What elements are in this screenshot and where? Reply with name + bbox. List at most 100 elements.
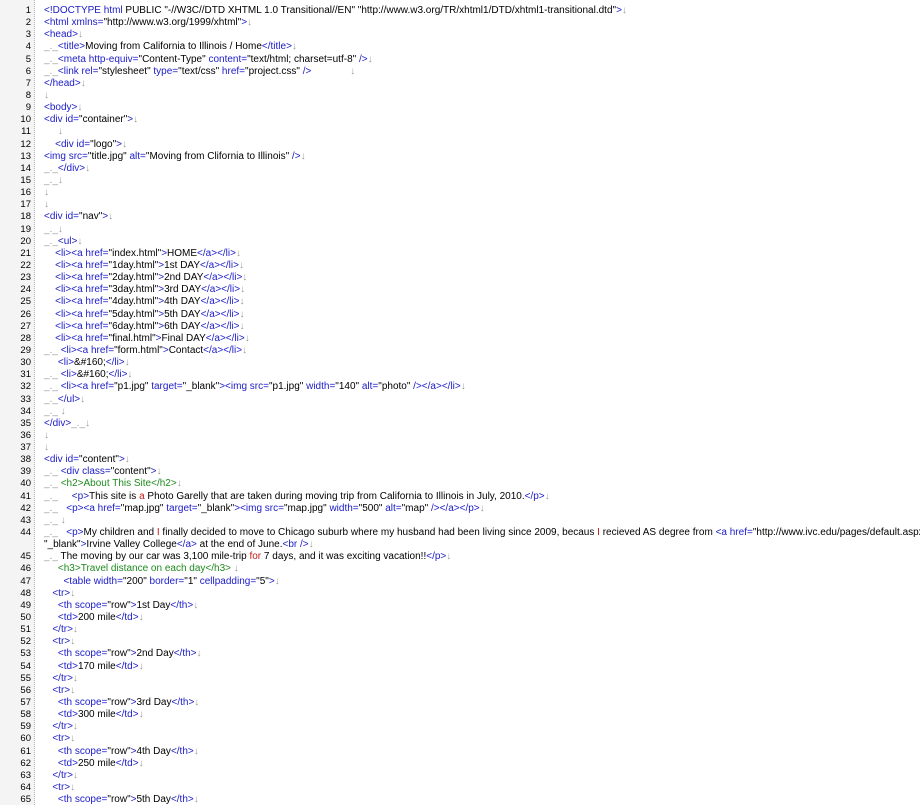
code-text[interactable]: <th scope="row">3rd Day</th>↓ <box>44 697 199 709</box>
code-line[interactable]: 50 <td>200 mile</td>↓ <box>0 612 920 624</box>
code-line[interactable]: 34 _._ ↓ <box>0 406 920 418</box>
code-line[interactable]: 51 </tr>↓ <box>0 624 920 636</box>
code-text[interactable]: <li><a href="4day.html">4th DAY</a></li>… <box>44 296 244 308</box>
code-line[interactable]: 15 _._↓ <box>0 175 920 187</box>
code-text[interactable]: _._↓ <box>44 175 63 187</box>
code-line[interactable]: 60 <tr>↓ <box>0 733 920 745</box>
code-text[interactable]: <tr>↓ <box>44 685 75 697</box>
code-text[interactable]: </tr>↓ <box>44 721 78 733</box>
code-line[interactable]: 43 _._ ↓ <box>0 515 920 527</box>
code-line[interactable]: 20 _._<ul>↓ <box>0 236 920 248</box>
code-text[interactable]: <li><a href="5day.html">5th DAY</a></li>… <box>44 309 244 321</box>
code-text[interactable]: <td>250 mile</td>↓ <box>44 758 144 770</box>
code-text[interactable]: _._ ↓ <box>44 406 66 418</box>
code-text[interactable]: _._ <p><a href="map.jpg" target="_blank"… <box>44 503 485 515</box>
code-text[interactable]: <div id="nav">↓ <box>44 211 113 223</box>
code-line[interactable]: 25 <li><a href="4day.html">4th DAY</a></… <box>0 296 920 308</box>
code-line[interactable]: 13 <img src="title.jpg" alt="Moving from … <box>0 151 920 163</box>
code-text[interactable]: <td>200 mile</td>↓ <box>44 612 144 624</box>
code-line[interactable]: 44 _._ <p>My children and I finally decid… <box>0 527 920 539</box>
code-line[interactable]: 36 ↓ <box>0 430 920 442</box>
code-line[interactable]: 17 ↓ <box>0 199 920 211</box>
code-text[interactable]: <table width="200" border="1" cellpaddin… <box>44 576 279 588</box>
code-line[interactable]: 18 <div id="nav">↓ <box>0 211 920 223</box>
code-text[interactable]: </div>_._↓ <box>44 418 90 430</box>
code-line[interactable]: 41 _._ <p>This site is a Photo Garelly th… <box>0 491 920 503</box>
code-line[interactable]: 16 ↓ <box>0 187 920 199</box>
code-text[interactable]: _._</div>↓ <box>44 163 90 175</box>
code-line[interactable]: 57 <th scope="row">3rd Day</th>↓ <box>0 697 920 709</box>
code-text[interactable]: _._<link rel="stylesheet" type="text/css… <box>44 66 355 78</box>
code-text[interactable]: <h3>Travel distance on each day</h3> ↓ <box>44 563 239 575</box>
code-line[interactable]: 23 <li><a href="2day.html">2nd DAY</a></… <box>0 272 920 284</box>
code-line[interactable]: 48 <tr>↓ <box>0 588 920 600</box>
code-text[interactable]: _._<title>Moving from California to Illi… <box>44 41 297 53</box>
code-text[interactable]: _._ <li><a href="p1.jpg" target="_blank"… <box>44 381 466 393</box>
code-text[interactable]: <li><a href="index.html">HOME</a></li>↓ <box>44 248 241 260</box>
code-text[interactable]: _._<meta http-equiv="Content-Type" conte… <box>44 54 373 66</box>
code-text[interactable]: _._<ul>↓ <box>44 236 82 248</box>
code-line[interactable]: 53 <th scope="row">2nd Day</th>↓ <box>0 648 920 660</box>
code-line[interactable]: 63 </tr>↓ <box>0 770 920 782</box>
code-line[interactable]: 10 <div id="container">↓ <box>0 114 920 126</box>
code-line[interactable]: 42 _._ <p><a href="map.jpg" target="_blan… <box>0 503 920 515</box>
code-line[interactable]: 30 <li>&#160;</li>↓ <box>0 357 920 369</box>
code-line[interactable]: 64 <tr>↓ <box>0 782 920 794</box>
code-text[interactable]: _._ <h2>About This Site</h2>↓ <box>44 478 182 490</box>
code-text[interactable]: ↓ <box>44 199 49 211</box>
code-line[interactable]: 31 _._ <li>&#160;</li>↓ <box>0 369 920 381</box>
code-text[interactable]: ↓ <box>44 187 49 199</box>
code-editor[interactable]: 1 <!DOCTYPE html PUBLIC "-//W3C//DTD XHTM… <box>0 0 920 805</box>
code-line[interactable]: 28 <li><a href="final.html">Final DAY</a… <box>0 333 920 345</box>
code-line[interactable]: 32 _._ <li><a href="p1.jpg" target="_blan… <box>0 381 920 393</box>
code-text[interactable]: <head>↓ <box>44 29 83 41</box>
code-text[interactable]: "_blank">Irvine Valley College</a> at th… <box>44 539 314 551</box>
code-line[interactable]: 37 ↓ <box>0 442 920 454</box>
code-line[interactable]: 47 <table width="200" border="1" cellpad… <box>0 576 920 588</box>
code-line[interactable]: 56 <tr>↓ <box>0 685 920 697</box>
code-line[interactable]: 54 <td>170 mile</td>↓ <box>0 661 920 673</box>
code-text[interactable]: <th scope="row">4th Day</th>↓ <box>44 746 199 758</box>
code-text[interactable]: _._ ↓ <box>44 515 66 527</box>
code-text[interactable]: <div id="logo">↓ <box>44 139 127 151</box>
code-text[interactable]: </tr>↓ <box>44 624 78 636</box>
code-text[interactable]: ↓ <box>44 442 49 454</box>
code-line[interactable]: 52 <tr>↓ <box>0 636 920 648</box>
code-line[interactable]: 1 <!DOCTYPE html PUBLIC "-//W3C//DTD XHTM… <box>0 5 920 17</box>
code-line[interactable]: 49 <th scope="row">1st Day</th>↓ <box>0 600 920 612</box>
code-line[interactable]: 8 ↓ <box>0 90 920 102</box>
code-text[interactable]: <li><a href="1day.html">1st DAY</a></li>… <box>44 260 244 272</box>
code-text[interactable]: </head>↓ <box>44 78 86 90</box>
code-line[interactable]: 11 ↓ <box>0 126 920 138</box>
code-text[interactable]: <td>300 mile</td>↓ <box>44 709 144 721</box>
code-text[interactable]: </tr>↓ <box>44 673 78 685</box>
code-text[interactable]: <li><a href="final.html">Final DAY</a></… <box>44 333 250 345</box>
code-text[interactable]: <tr>↓ <box>44 588 75 600</box>
code-text[interactable]: <div id="content">↓ <box>44 454 130 466</box>
code-text[interactable]: <li><a href="3day.html">3rd DAY</a></li>… <box>44 284 245 296</box>
code-text[interactable]: <tr>↓ <box>44 782 75 794</box>
code-line[interactable]: 24 <li><a href="3day.html">3rd DAY</a></… <box>0 284 920 296</box>
code-line[interactable]: 14 _._</div>↓ <box>0 163 920 175</box>
code-text[interactable]: <li><a href="6day.html">6th DAY</a></li>… <box>44 321 244 333</box>
code-line[interactable]: 65 <th scope="row">5th Day</th>↓ <box>0 794 920 805</box>
code-line[interactable]: 2 <html xmlns="http://www.w3.org/1999/xht… <box>0 17 920 29</box>
code-text[interactable]: <div id="container">↓ <box>44 114 138 126</box>
code-text[interactable]: <td>170 mile</td>↓ <box>44 661 144 673</box>
code-text[interactable]: _._ <li>&#160;</li>↓ <box>44 369 132 381</box>
code-text[interactable]: </tr>↓ <box>44 770 78 782</box>
code-text[interactable]: <th scope="row">1st Day</th>↓ <box>44 600 198 612</box>
code-line[interactable]: 12 <div id="logo">↓ <box>0 139 920 151</box>
code-line[interactable]: 61 <th scope="row">4th Day</th>↓ <box>0 746 920 758</box>
code-line[interactable]: 3 <head>↓ <box>0 29 920 41</box>
code-text[interactable]: _._ <p>This site is a Photo Garelly that… <box>44 491 550 503</box>
code-text[interactable]: ↓ <box>44 126 63 138</box>
code-line[interactable]: 39 _._ <div class="content">↓ <box>0 466 920 478</box>
code-line[interactable]: 6 _._<link rel="stylesheet" type="text/cs… <box>0 66 920 78</box>
code-line[interactable]: 22 <li><a href="1day.html">1st DAY</a></… <box>0 260 920 272</box>
code-line[interactable]: 9 <body>↓ <box>0 102 920 114</box>
code-text[interactable]: _._</ul>↓ <box>44 394 85 406</box>
code-line[interactable]: 4 _._<title>Moving from California to Ill… <box>0 41 920 53</box>
code-line[interactable]: 59 </tr>↓ <box>0 721 920 733</box>
code-text[interactable]: <html xmlns="http://www.w3.org/1999/xhtm… <box>44 17 252 29</box>
